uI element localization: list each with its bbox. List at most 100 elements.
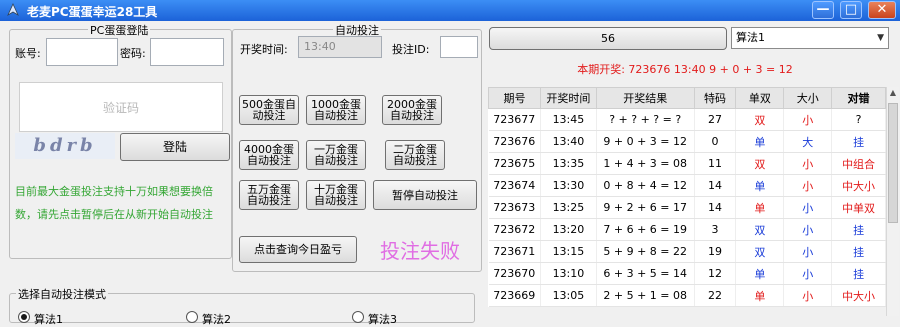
table-row[interactable]: 723675 13:35 1 + 4 + 3 = 08 11 双小中组合 [488, 152, 886, 175]
header-period[interactable]: 期号 [488, 87, 541, 109]
mode-option-1-label: 算法1 [34, 313, 63, 326]
mode-radio-2[interactable] [186, 311, 198, 323]
bet-10k-button[interactable]: 一万金蛋自动投注 [306, 140, 366, 170]
open-time-cell: 13:25 [540, 196, 597, 219]
size-cell: 小 [783, 152, 833, 175]
open-time-label: 开奖时间: [240, 43, 288, 56]
close-icon: ✕ [876, 2, 888, 17]
code-cell: 11 [694, 152, 737, 175]
odd-even-cell: 双 [735, 240, 785, 263]
account-label: 账号: [15, 47, 41, 60]
bet-4000-button[interactable]: 4000金蛋自动投注 [239, 140, 299, 170]
open-time-cell: 13:20 [540, 218, 597, 241]
odd-even-cell: 单 [735, 262, 785, 285]
login-button[interactable]: 登陆 [120, 133, 230, 161]
size-cell: 小 [783, 218, 833, 241]
size-cell: 小 [783, 284, 833, 307]
code-cell: 0 [694, 130, 737, 153]
period-cell: 723677 [488, 108, 541, 131]
mode-radio-1[interactable] [18, 311, 30, 323]
odd-even-cell: 单 [735, 284, 785, 307]
algorithm-select[interactable]: 算法1 ▼ [731, 27, 889, 49]
open-time-field: 13:40 [298, 36, 382, 58]
scroll-up-icon[interactable]: ▲ [887, 88, 899, 102]
header-code[interactable]: 特码 [693, 87, 737, 109]
bet-100k-button[interactable]: 十万金蛋自动投注 [306, 180, 366, 210]
code-cell: 14 [694, 174, 737, 197]
minimize-button[interactable]: — [812, 1, 834, 19]
open-time-cell: 13:40 [540, 130, 597, 153]
period-cell: 723670 [488, 262, 541, 285]
code-cell: 22 [694, 284, 737, 307]
result-cell: 7 + 6 + 6 = 19 [596, 218, 695, 241]
table-row[interactable]: 723672 13:20 7 + 6 + 6 = 19 3 双小挂 [488, 218, 886, 241]
result-cell: 9 + 0 + 3 = 12 [596, 130, 695, 153]
algorithm-select-value: 算法1 [736, 31, 765, 44]
period-cell: 723676 [488, 130, 541, 153]
period-cell: 723675 [488, 152, 541, 175]
current-draw-notice: 本期开奖: 723676 13:40 9 + 0 + 3 = 12 [577, 63, 793, 76]
query-profit-button[interactable]: 点击查询今日盈亏 [239, 236, 357, 263]
open-time-cell: 13:45 [540, 108, 597, 131]
bet-20k-button[interactable]: 二万金蛋自动投注 [385, 140, 445, 170]
result-cell: ? + ? + ? = ? [596, 108, 695, 131]
open-time-cell: 13:15 [540, 240, 597, 263]
code-cell: 3 [694, 218, 737, 241]
size-cell: 小 [783, 174, 833, 197]
code-cell: 27 [694, 108, 737, 131]
table-row[interactable]: 723676 13:40 9 + 0 + 3 = 12 0 单大挂 [488, 130, 886, 153]
close-button[interactable]: ✕ [868, 1, 896, 19]
period-cell: 723672 [488, 218, 541, 241]
table-row[interactable]: 723669 13:05 2 + 5 + 1 = 08 22 单小中大小 [488, 284, 886, 307]
bet-id-input[interactable] [440, 36, 478, 58]
header-result[interactable]: 开奖结果 [595, 87, 695, 109]
chevron-down-icon: ▼ [877, 33, 884, 43]
bet-note: 目前最大金蛋投注支持十万如果想要换倍数，请先点击暂停后在从新开始自动投注 [15, 185, 213, 221]
code-cell: 14 [694, 196, 737, 219]
header-size[interactable]: 大小 [783, 87, 833, 109]
count-button[interactable]: 56 [489, 27, 727, 50]
header-check[interactable]: 对错 [831, 87, 886, 109]
maximize-button[interactable]: □ [840, 1, 862, 19]
password-input[interactable] [150, 38, 224, 66]
bet-1000-button[interactable]: 1000金蛋自动投注 [306, 95, 366, 125]
mode-radio-3[interactable] [352, 311, 364, 323]
odd-even-cell: 双 [735, 218, 785, 241]
table-row[interactable]: 723670 13:10 6 + 3 + 5 = 14 12 单小挂 [488, 262, 886, 285]
window-title: 老麦PC蛋蛋幸运28工具 [27, 5, 158, 19]
odd-even-cell: 双 [735, 152, 785, 175]
header-open-time[interactable]: 开奖时间 [539, 87, 597, 109]
pause-auto-bet-button[interactable]: 暂停自动投注 [373, 180, 477, 210]
result-cell: 0 + 8 + 4 = 12 [596, 174, 695, 197]
captcha-image[interactable]: bdrb [15, 133, 115, 159]
mode-option-2-label: 算法2 [202, 313, 231, 326]
check-cell: ? [831, 108, 886, 131]
header-odd-even[interactable]: 单双 [735, 87, 785, 109]
result-cell: 6 + 3 + 5 = 14 [596, 262, 695, 285]
check-cell: 挂 [831, 240, 886, 263]
captcha-input[interactable]: 验证码 [19, 82, 223, 132]
bet-2000-button[interactable]: 2000金蛋自动投注 [382, 95, 442, 125]
size-cell: 小 [783, 240, 833, 263]
result-cell: 1 + 4 + 3 = 08 [596, 152, 695, 175]
bet-50k-button[interactable]: 五万金蛋自动投注 [239, 180, 299, 210]
check-cell: 中大小 [831, 284, 886, 307]
odd-even-cell: 单 [735, 196, 785, 219]
account-input[interactable] [46, 38, 118, 66]
size-cell: 小 [783, 196, 833, 219]
table-row[interactable]: 723671 13:15 5 + 9 + 8 = 22 19 双小挂 [488, 240, 886, 263]
odd-even-cell: 双 [735, 108, 785, 131]
bet-500-button[interactable]: 500金蛋自动投注 [239, 95, 299, 125]
table-scrollbar[interactable]: ▲ [886, 87, 899, 316]
period-cell: 723673 [488, 196, 541, 219]
open-time-cell: 13:30 [540, 174, 597, 197]
table-row[interactable]: 723677 13:45? + ? + ? = ? 27 双小? [488, 108, 886, 131]
code-cell: 12 [694, 262, 737, 285]
bet-id-label: 投注ID: [392, 43, 430, 56]
result-cell: 9 + 2 + 6 = 17 [596, 196, 695, 219]
scroll-thumb[interactable] [888, 103, 898, 223]
odd-even-cell: 单 [735, 130, 785, 153]
check-cell: 挂 [831, 262, 886, 285]
table-row[interactable]: 723673 13:25 9 + 2 + 6 = 17 14 单小中单双 [488, 196, 886, 219]
table-row[interactable]: 723674 13:30 0 + 8 + 4 = 12 14 单小中大小 [488, 174, 886, 197]
